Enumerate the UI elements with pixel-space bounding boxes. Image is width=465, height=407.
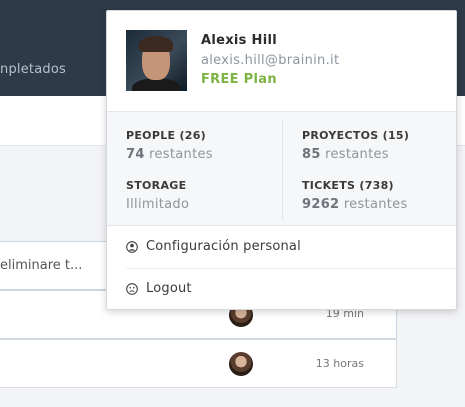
menu-item-settings-label: Configuración personal: [146, 239, 301, 254]
sad-face-icon: [126, 283, 138, 295]
user-dropdown-menu: Alexis Hill alexis.hill@brainin.it FREE …: [106, 10, 457, 310]
menu-item-logout-label: Logout: [146, 281, 192, 296]
stat-tickets-count: 9262: [302, 197, 340, 212]
avatar: [229, 352, 253, 376]
usage-stats: PEOPLE (26) 74 restantes PROYECTOS (15) …: [107, 112, 456, 226]
row-timestamp: 13 horas: [315, 357, 364, 370]
nav-tab-completados[interactable]: npletados: [0, 62, 66, 77]
stat-storage-value: Illimitado: [126, 197, 190, 212]
stat-proyectos-suffix: restantes: [325, 147, 389, 162]
table-row[interactable]: 13 horas: [0, 339, 397, 388]
stat-proyectos: PROYECTOS (15) 85 restantes: [302, 129, 462, 162]
stat-proyectos-label: PROYECTOS (15): [302, 129, 410, 142]
profile-header: Alexis Hill alexis.hill@brainin.it FREE …: [107, 11, 456, 112]
user-email: alexis.hill@brainin.it: [201, 53, 340, 68]
stat-people: PEOPLE (26) 74 restantes: [126, 129, 286, 162]
stat-proyectos-count: 85: [302, 147, 321, 162]
stat-tickets: TICKETS (738) 9262 restantes: [302, 179, 462, 212]
stat-storage-label: STORAGE: [126, 179, 187, 192]
menu-item-settings[interactable]: Configuración personal: [107, 227, 456, 268]
stat-tickets-suffix: restantes: [343, 197, 408, 212]
stat-storage: STORAGE Illimitado: [126, 179, 286, 212]
stat-tickets-label: TICKETS (738): [302, 179, 394, 192]
user-plan: FREE Plan: [201, 72, 277, 87]
menu-item-logout[interactable]: Logout: [107, 269, 456, 310]
stat-people-suffix: restantes: [149, 147, 213, 162]
stat-people-label: PEOPLE (26): [126, 129, 207, 142]
stat-people-count: 74: [126, 147, 145, 162]
user-circle-icon: [126, 241, 138, 253]
user-name: Alexis Hill: [201, 33, 277, 48]
task-input-text[interactable]: eliminare t...: [0, 258, 82, 273]
profile-photo: [126, 30, 187, 91]
